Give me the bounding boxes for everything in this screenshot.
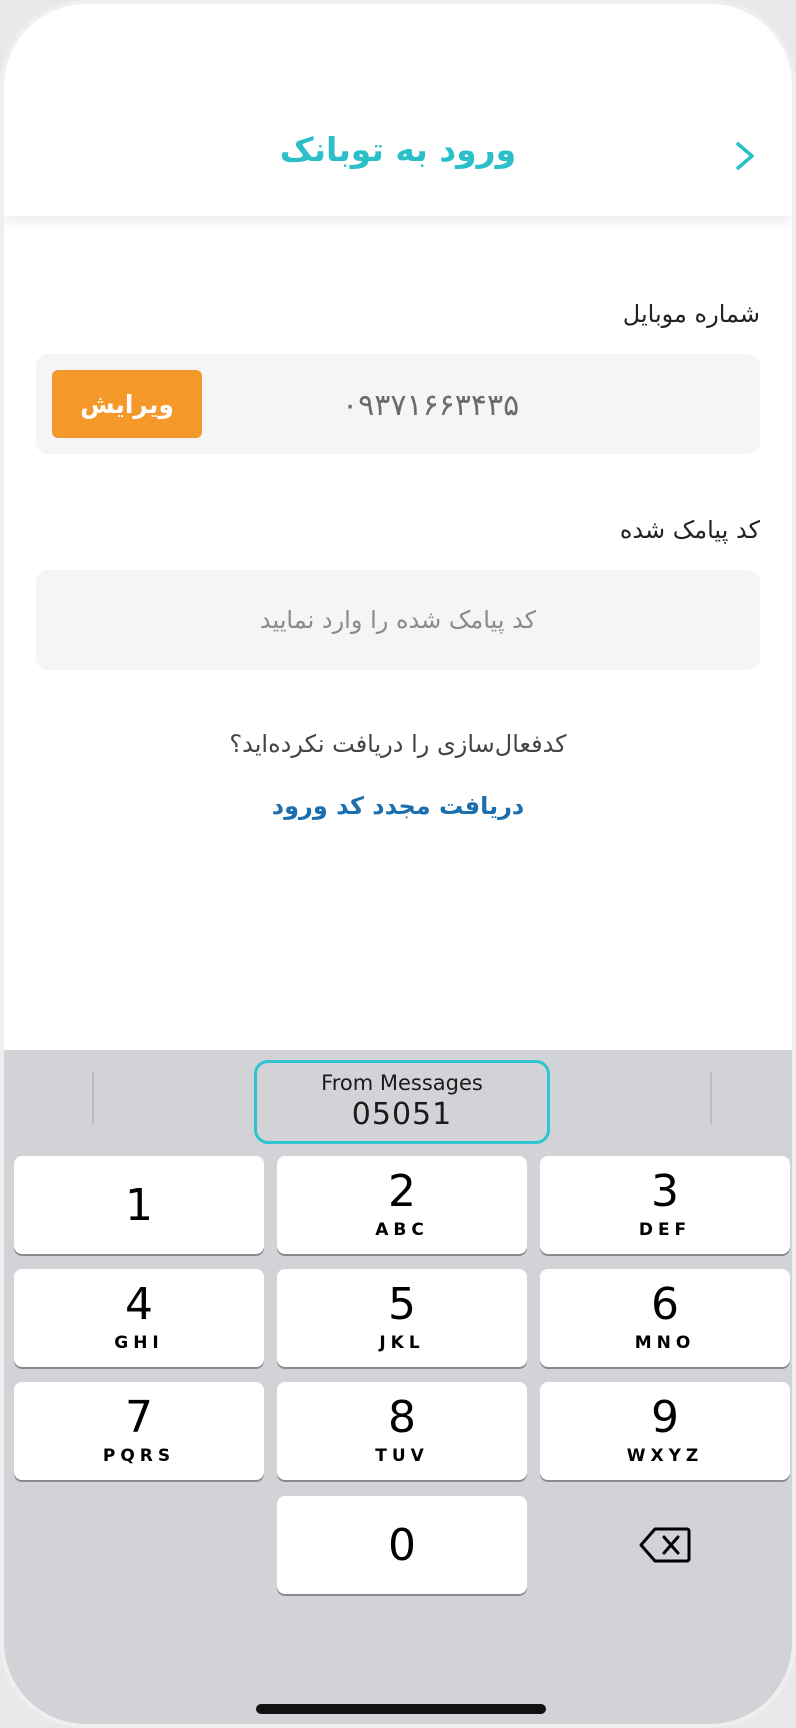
app-header: ورود به توبانک	[4, 4, 792, 216]
key-digit: 5	[388, 1279, 416, 1330]
key-letters: PQRS	[102, 1446, 176, 1466]
suggestion-code: 05051	[351, 1097, 453, 1132]
delete-key[interactable]	[540, 1496, 790, 1594]
home-indicator	[256, 1704, 546, 1714]
key-2[interactable]: 2 ABC	[277, 1156, 527, 1254]
key-digit: 3	[651, 1166, 679, 1217]
sms-code-label: کد پیامک شده	[619, 516, 760, 544]
mobile-number-value: ۰۹۳۷۱۶۶۳۴۳۵	[342, 388, 520, 423]
key-digit: 8	[388, 1392, 416, 1443]
code-not-received-text: کدفعال‌سازی را دریافت نکرده‌اید؟	[229, 730, 567, 758]
key-letters: ABC	[375, 1220, 429, 1240]
page-title: ورود به توبانک	[279, 130, 517, 169]
suggestion-divider	[92, 1072, 94, 1124]
key-4[interactable]: 4 GHI	[14, 1269, 264, 1367]
key-letters: WXYZ	[626, 1446, 704, 1466]
phone-screen: ورود به توبانک شماره موبایل ۰۹۳۷۱۶۶۳۴۳۵ …	[0, 0, 796, 1728]
key-digit: 1	[125, 1180, 153, 1231]
key-9[interactable]: 9 WXYZ	[540, 1382, 790, 1480]
mobile-field: ۰۹۳۷۱۶۶۳۴۳۵ ویرایش	[36, 354, 760, 454]
key-digit: 9	[651, 1392, 679, 1443]
key-0[interactable]: 0	[277, 1496, 527, 1594]
numeric-keyboard: From Messages 05051 1 2 ABC 3 DEF 4 GHI …	[4, 1050, 792, 1724]
key-1[interactable]: 1	[14, 1156, 264, 1254]
edit-button[interactable]: ویرایش	[52, 370, 202, 438]
key-digit: 4	[125, 1279, 153, 1330]
key-digit: 2	[388, 1166, 416, 1217]
key-digit: 7	[125, 1392, 153, 1443]
key-letters: TUV	[375, 1446, 429, 1466]
key-5[interactable]: 5 JKL	[277, 1269, 527, 1367]
chevron-right-icon[interactable]	[724, 136, 764, 176]
key-letters: MNO	[634, 1333, 696, 1353]
key-letters: GHI	[114, 1333, 164, 1353]
suggestion-bar: From Messages 05051	[4, 1050, 792, 1154]
backspace-icon	[639, 1527, 691, 1563]
key-letters: DEF	[638, 1220, 692, 1240]
key-7[interactable]: 7 PQRS	[14, 1382, 264, 1480]
key-digit: 0	[388, 1520, 416, 1571]
resend-code-link[interactable]: دریافت مجدد کد ورود	[4, 792, 792, 820]
key-digit: 6	[651, 1279, 679, 1330]
sms-code-suggestion[interactable]: From Messages 05051	[254, 1060, 550, 1144]
key-3[interactable]: 3 DEF	[540, 1156, 790, 1254]
suggestion-source-label: From Messages	[321, 1071, 483, 1095]
sms-code-field[interactable]	[36, 570, 760, 670]
key-6[interactable]: 6 MNO	[540, 1269, 790, 1367]
sms-code-input[interactable]	[36, 570, 760, 670]
key-letters: JKL	[379, 1333, 425, 1353]
key-8[interactable]: 8 TUV	[277, 1382, 527, 1480]
mobile-label: شماره موبایل	[622, 300, 760, 328]
suggestion-divider	[710, 1072, 712, 1124]
